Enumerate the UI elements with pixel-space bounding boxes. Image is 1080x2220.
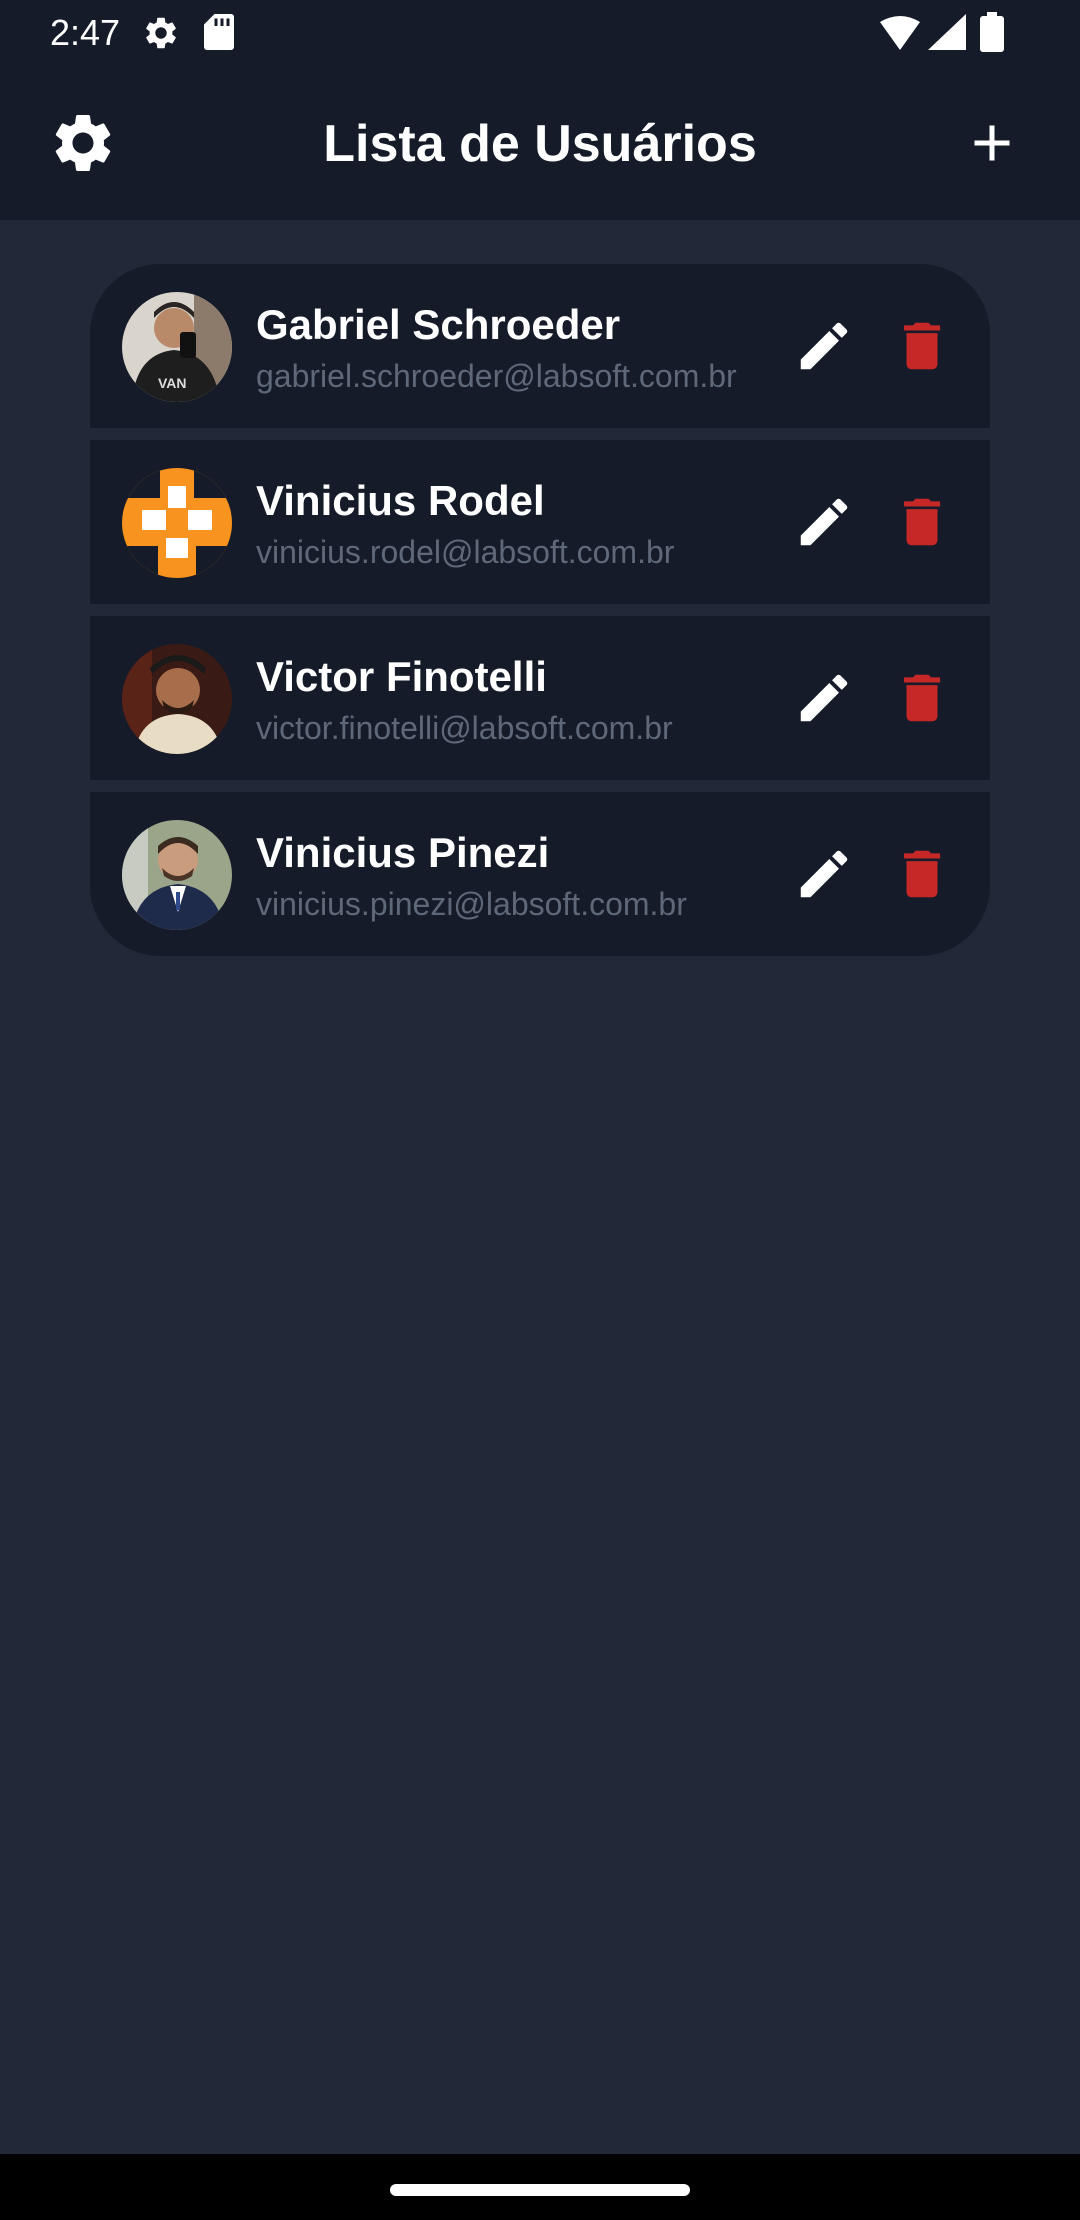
user-name: Vinicius Pinezi xyxy=(256,829,550,876)
status-time: 2:47 xyxy=(50,12,121,53)
delete-button[interactable] xyxy=(882,306,962,386)
delete-icon xyxy=(903,498,941,546)
list-item[interactable]: Vinicius Pinezi vinicius.pinezi@labsoft.… xyxy=(90,792,990,956)
home-handle[interactable] xyxy=(390,2184,690,2196)
list-item[interactable]: Victor Finotelli victor.finotelli@labsof… xyxy=(90,616,990,780)
settings-gear-icon xyxy=(146,17,176,49)
user-name: Gabriel Schroeder xyxy=(256,301,621,348)
delete-button[interactable] xyxy=(882,658,962,738)
edit-icon xyxy=(800,850,848,898)
svg-text:VAN: VAN xyxy=(158,375,187,391)
sd-card-icon xyxy=(204,14,234,50)
user-email: gabriel.schroeder@labsoft.com.br xyxy=(256,358,737,394)
user-email: vinicius.pinezi@labsoft.com.br xyxy=(256,886,687,922)
user-email: victor.finotelli@labsoft.com.br xyxy=(256,710,673,746)
wifi-icon xyxy=(880,16,920,50)
app-bar: Lista de Usuários xyxy=(0,66,1080,220)
edit-button[interactable] xyxy=(784,306,864,386)
page-title: Lista de Usuários xyxy=(323,115,757,173)
status-bar: 2:47 xyxy=(0,0,1080,66)
avatar xyxy=(122,468,232,578)
add-icon xyxy=(974,125,1010,161)
edit-icon xyxy=(800,674,848,722)
list-item[interactable]: Vinicius Rodel vinicius.rodel@labsoft.co… xyxy=(90,440,990,604)
edit-button[interactable] xyxy=(784,834,864,914)
delete-icon xyxy=(903,322,941,370)
delete-button[interactable] xyxy=(882,482,962,562)
delete-button[interactable] xyxy=(882,834,962,914)
edit-button[interactable] xyxy=(784,482,864,562)
user-name: Victor Finotelli xyxy=(256,653,547,700)
navigation-bar xyxy=(0,2154,1080,2220)
delete-icon xyxy=(903,850,941,898)
user-name: Vinicius Rodel xyxy=(256,477,545,524)
edit-button[interactable] xyxy=(784,658,864,738)
battery-icon xyxy=(980,12,1004,52)
avatar xyxy=(122,644,232,754)
avatar xyxy=(122,820,232,930)
list-item[interactable]: VAN Gabriel Schroeder gabriel.schroeder@… xyxy=(90,264,990,428)
edit-icon xyxy=(800,322,848,370)
user-list: VAN Gabriel Schroeder gabriel.schroeder@… xyxy=(90,264,990,968)
edit-icon xyxy=(800,498,848,546)
add-user-button[interactable] xyxy=(937,88,1047,198)
avatar: VAN xyxy=(122,292,232,402)
user-email: vinicius.rodel@labsoft.com.br xyxy=(256,534,675,570)
delete-icon xyxy=(903,674,941,722)
signal-icon xyxy=(928,14,966,50)
